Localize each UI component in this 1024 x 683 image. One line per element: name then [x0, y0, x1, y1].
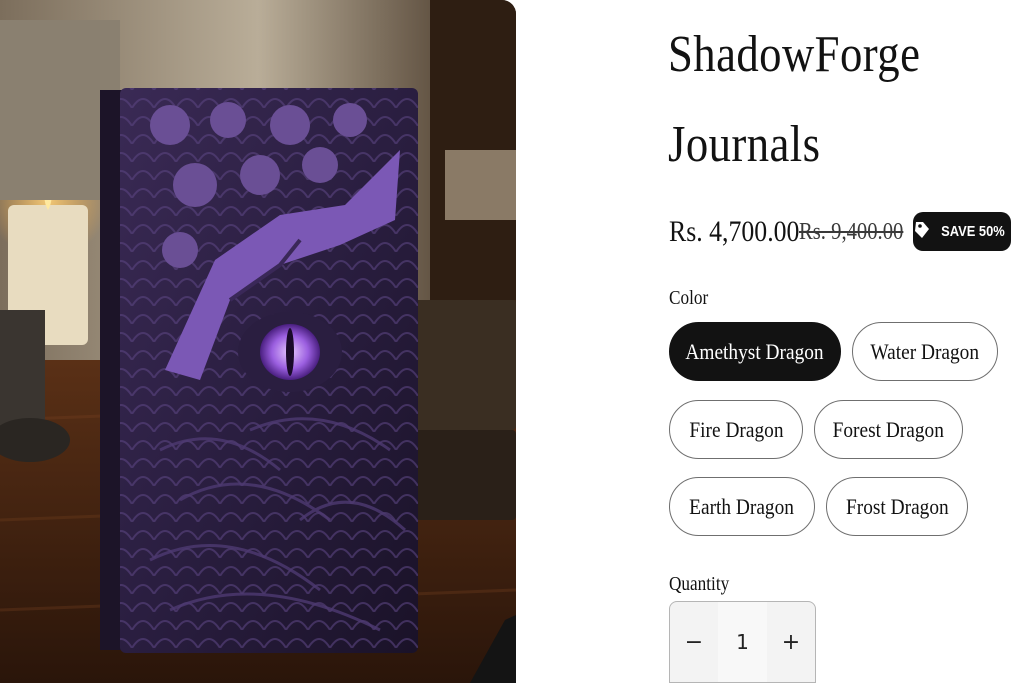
color-option-label: Amethyst Dragon [685, 338, 825, 364]
product-title-line2: Journals [668, 116, 821, 173]
tag-icon [914, 221, 930, 243]
quantity-label: Quantity [669, 573, 730, 595]
sale-price: Rs. 4,700.00 [669, 215, 800, 248]
color-label: Color [669, 287, 709, 309]
quantity-increase-button[interactable]: + [767, 602, 815, 682]
color-option-water-dragon[interactable]: Water Dragon [852, 322, 998, 381]
product-title: ShadowForge Journals [668, 10, 1024, 190]
color-option-amethyst-dragon[interactable]: Amethyst Dragon [669, 322, 841, 381]
sale-badge: SAVE 50% [913, 212, 1011, 251]
quantity-stepper: − 1 + [669, 601, 816, 683]
product-image[interactable] [0, 0, 516, 683]
sale-badge-label: SAVE 50% [941, 223, 1005, 240]
color-option-label: Water Dragon [870, 338, 980, 364]
compare-price: Rs. 9,400.00 [798, 218, 904, 245]
price-row: Rs. 4,700.00 Rs. 9,400.00 [669, 210, 920, 254]
color-option-label: Fire Dragon [688, 416, 784, 442]
color-option-label: Forest Dragon [832, 416, 945, 442]
color-option-fire-dragon[interactable]: Fire Dragon [669, 400, 803, 459]
color-option-label: Frost Dragon [845, 493, 949, 519]
color-option-forest-dragon[interactable]: Forest Dragon [814, 400, 963, 459]
quantity-decrease-button[interactable]: − [670, 602, 718, 682]
color-option-frost-dragon[interactable]: Frost Dragon [826, 477, 968, 536]
color-option-label: Earth Dragon [689, 493, 795, 519]
color-option-earth-dragon[interactable]: Earth Dragon [669, 477, 815, 536]
product-title-line1: ShadowForge [668, 26, 921, 83]
quantity-input[interactable]: 1 [718, 602, 767, 682]
dragon-journal-illustration [0, 0, 516, 683]
